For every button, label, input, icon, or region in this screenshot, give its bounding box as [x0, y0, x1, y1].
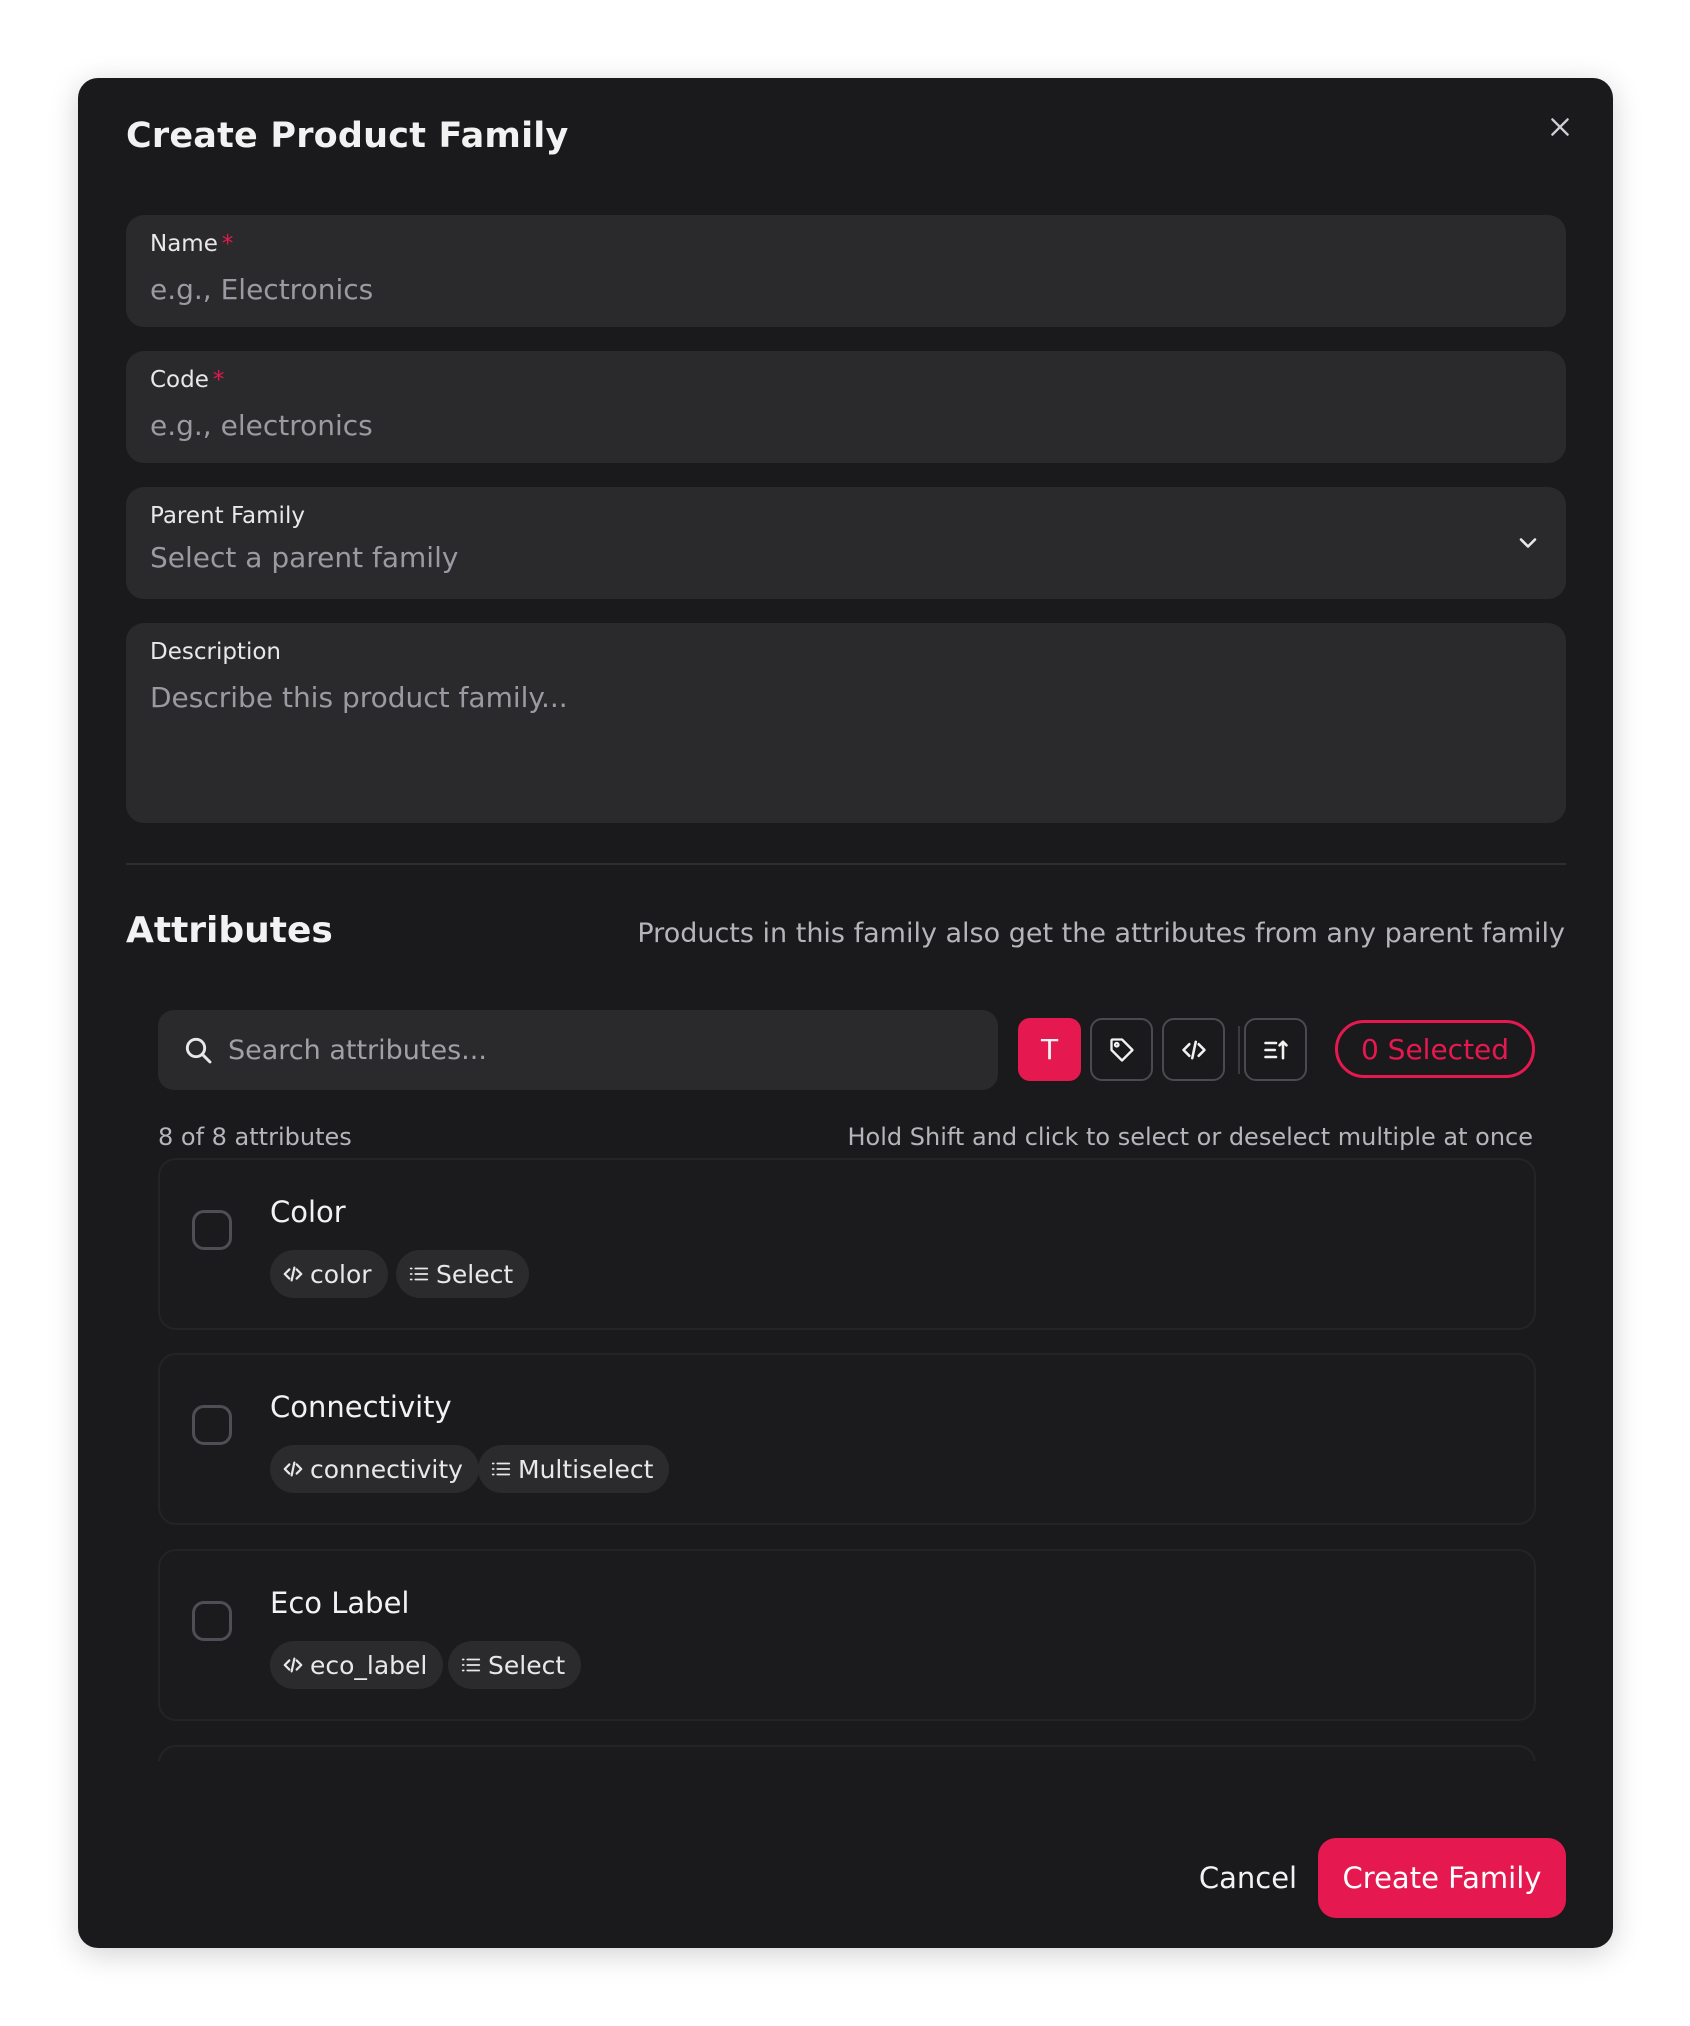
attribute-name: Eco Label	[270, 1586, 410, 1620]
filter-text-button[interactable]: T	[1018, 1018, 1081, 1081]
attribute-type-chip: Select	[448, 1641, 582, 1689]
list-icon	[491, 1462, 511, 1476]
attribute-list[interactable]: Color color Select Connectivity connecti…	[158, 1158, 1536, 1761]
modal-title: Create Product Family	[126, 116, 569, 156]
attribute-name: Connectivity	[270, 1390, 452, 1424]
filter-label-button[interactable]	[1090, 1018, 1153, 1081]
attribute-item-eco-label[interactable]: Eco Label eco_label Select	[158, 1549, 1536, 1721]
attributes-title: Attributes	[126, 910, 333, 951]
code-field[interactable]: Code *	[126, 351, 1566, 463]
attribute-item-partial[interactable]	[158, 1745, 1536, 1761]
tag-icon	[1109, 1037, 1134, 1062]
parent-family-placeholder: Select a parent family	[150, 541, 459, 574]
attribute-item-connectivity[interactable]: Connectivity connectivity Multiselect	[158, 1353, 1536, 1525]
code-icon	[1181, 1040, 1206, 1059]
description-input[interactable]	[150, 681, 1450, 791]
attribute-checkbox[interactable]	[192, 1601, 232, 1641]
required-mark: *	[221, 231, 234, 257]
create-product-family-modal: Create Product Family Name* Code* Parent…	[78, 78, 1613, 1948]
cancel-button[interactable]: Cancel	[1168, 1838, 1328, 1918]
parent-family-select[interactable]: Parent Family Select a parent family	[126, 487, 1566, 599]
attribute-search-input[interactable]	[228, 1030, 968, 1070]
attribute-item-color[interactable]: Color color Select	[158, 1158, 1536, 1330]
close-icon	[1551, 118, 1569, 136]
parent-family-label: Parent Family	[150, 503, 305, 529]
code-label: Code *	[150, 367, 225, 393]
attribute-search-box[interactable]	[158, 1010, 998, 1090]
description-field[interactable]: Description	[126, 623, 1566, 823]
name-label: Name *	[150, 231, 234, 257]
chevron-down-icon	[1519, 538, 1537, 548]
attribute-checkbox[interactable]	[192, 1210, 232, 1250]
required-mark: *	[212, 367, 225, 393]
filter-code-button[interactable]	[1162, 1018, 1225, 1081]
attribute-code-chip: eco_label	[270, 1641, 444, 1689]
name-field[interactable]: Name *	[126, 215, 1566, 327]
attribute-type-chip: Select	[396, 1250, 530, 1298]
code-icon	[283, 1461, 303, 1477]
text-type-icon: T	[1040, 1033, 1059, 1066]
list-icon	[409, 1267, 429, 1281]
attributes-hint: Products in this family also get the att…	[637, 918, 1565, 949]
attribute-type-chip: Multiselect	[478, 1445, 670, 1493]
sort-button[interactable]	[1244, 1018, 1307, 1081]
attribute-name: Color	[270, 1195, 346, 1229]
name-input[interactable]	[150, 269, 1450, 309]
attribute-count: 8 of 8 attributes	[158, 1123, 352, 1151]
attribute-code-chip: color	[270, 1250, 388, 1298]
code-icon	[283, 1266, 303, 1282]
search-icon	[185, 1037, 212, 1064]
attribute-checkbox[interactable]	[192, 1405, 232, 1445]
create-family-button[interactable]: Create Family	[1318, 1838, 1566, 1918]
toolbar-separator	[1238, 1026, 1240, 1074]
code-icon	[283, 1657, 303, 1673]
code-input[interactable]	[150, 405, 1450, 445]
close-button[interactable]	[1537, 104, 1583, 150]
attribute-code-chip: connectivity	[270, 1445, 479, 1493]
selected-count-button[interactable]: 0 Selected	[1335, 1020, 1535, 1078]
list-icon	[461, 1658, 481, 1672]
shift-select-hint: Hold Shift and click to select or desele…	[847, 1123, 1534, 1151]
section-divider	[126, 863, 1566, 865]
sort-icon	[1263, 1040, 1288, 1059]
description-label: Description	[150, 639, 281, 665]
